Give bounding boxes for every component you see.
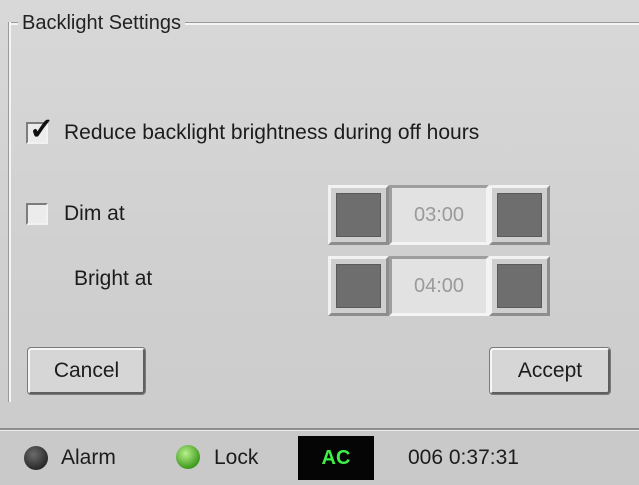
cancel-button[interactable]: Cancel — [27, 347, 146, 395]
alarm-led-icon — [24, 446, 48, 470]
checkmark-icon: ✓ — [29, 113, 55, 146]
clock-readout: 006 0:37:31 — [408, 446, 519, 469]
decrement-icon — [336, 264, 381, 308]
lock-led-icon — [176, 445, 200, 469]
bright-at-label: Bright at — [74, 267, 153, 290]
dim-time-increment-button[interactable] — [489, 185, 550, 245]
backlight-settings-screen: Backlight Settings ✓ Reduce backlight br… — [0, 0, 639, 485]
increment-icon — [497, 264, 542, 308]
dim-time-decrement-button[interactable] — [328, 185, 389, 245]
dim-time-stepper: 03:00 — [328, 185, 550, 245]
increment-icon — [497, 193, 542, 237]
decrement-icon — [336, 193, 381, 237]
bright-time-increment-button[interactable] — [489, 256, 550, 316]
reduce-backlight-label[interactable]: Reduce backlight brightness during off h… — [64, 120, 479, 146]
reduce-backlight-checkbox[interactable]: ✓ — [26, 115, 54, 145]
group-title: Backlight Settings — [18, 10, 185, 36]
alarm-label: Alarm — [61, 446, 116, 469]
bright-time-stepper: 04:00 — [328, 256, 550, 316]
dim-at-checkbox[interactable] — [26, 203, 48, 225]
bright-time-decrement-button[interactable] — [328, 256, 389, 316]
dim-time-field[interactable]: 03:00 — [389, 185, 489, 245]
accept-button[interactable]: Accept — [489, 347, 611, 395]
group-box-left-border — [8, 22, 11, 402]
power-source-indicator: AC — [298, 436, 374, 480]
status-bar: Alarm Lock AC 006 0:37:31 — [0, 428, 639, 485]
dim-at-label[interactable]: Dim at — [64, 201, 125, 227]
bright-time-field[interactable]: 04:00 — [389, 256, 489, 316]
lock-label: Lock — [214, 446, 259, 469]
